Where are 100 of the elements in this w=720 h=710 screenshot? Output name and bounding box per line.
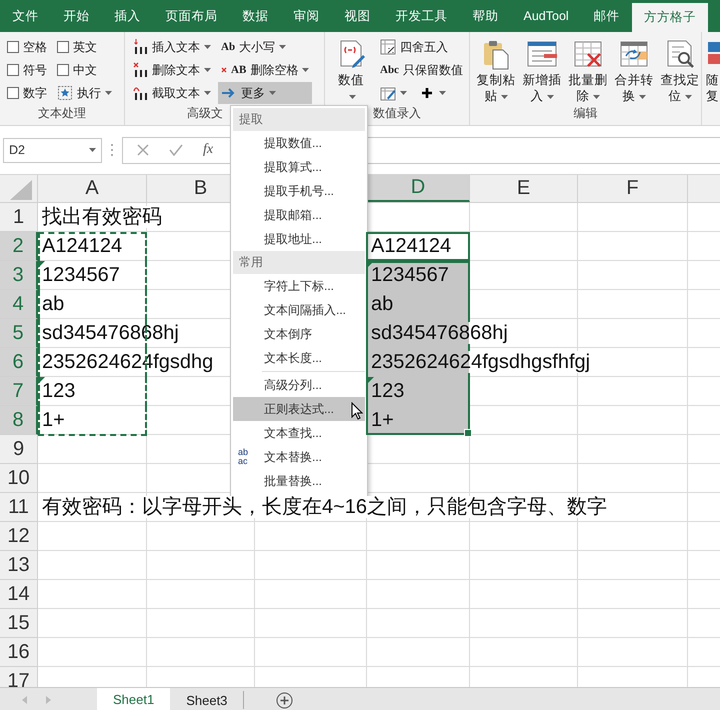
replace-icon: ab ac — [238, 448, 248, 466]
ribbon-button[interactable]: 批量删 除 — [566, 36, 610, 104]
name-box[interactable]: D2 — [3, 138, 102, 162]
row-header[interactable]: 12 — [0, 522, 38, 551]
checkbox[interactable] — [7, 41, 19, 53]
menu-item[interactable]: 提取邮箱... — [233, 203, 365, 227]
menu-item[interactable]: 文本间隔插入... — [233, 298, 365, 322]
toolbar-button[interactable]: AB 删除空格 — [218, 59, 312, 81]
toolbar-button[interactable]: Abc 只保留数值 — [377, 59, 466, 81]
caret-icon — [302, 68, 310, 72]
row-header[interactable]: 7 — [0, 377, 38, 406]
ribbon-tab[interactable]: 帮助 — [460, 0, 511, 32]
checkbox[interactable] — [57, 41, 69, 53]
row-header[interactable]: 1 — [0, 203, 38, 232]
toolbar-button[interactable]: 截取文本 — [129, 82, 214, 104]
ribbon-button[interactable]: 随 复 — [706, 36, 720, 104]
caret-icon — [269, 91, 276, 95]
table-cell[interactable]: A124124 — [371, 235, 452, 257]
ribbon-tab[interactable]: 插入 — [102, 0, 153, 32]
ribbon-tab[interactable]: 开发工具 — [383, 0, 460, 32]
row-header[interactable]: 2 — [0, 232, 38, 261]
tool-icon — [132, 39, 148, 55]
group-label: 数值录入 — [373, 106, 421, 120]
group-label: 编辑 — [574, 106, 598, 120]
enter-icon — [169, 144, 183, 156]
table-cell[interactable]: sd345476868hj — [42, 322, 180, 344]
toolbar-button[interactable]: 执行 — [54, 82, 115, 104]
table-cell[interactable]: 有效密码：以字母开头，长度在4~16之间，只能包含字母、数字 — [42, 496, 608, 518]
menu-item[interactable]: 字符上下标... — [233, 274, 365, 298]
menu-item[interactable]: ab ac 文本替换... — [233, 445, 365, 469]
row-header[interactable]: 3 — [0, 261, 38, 290]
table-cell[interactable]: 2352624624fgsdhgsfhfgj — [371, 351, 592, 373]
table-cell[interactable]: 2352624624fgsdhg — [42, 351, 214, 373]
sheet-tab[interactable]: Sheet3 — [170, 691, 244, 709]
menu-item[interactable]: 高级分列... — [233, 373, 365, 397]
menu-section-header: 常用 — [233, 251, 365, 274]
ribbon-tab[interactable]: 邮件 — [581, 0, 632, 32]
ribbon-tab[interactable]: 页面布局 — [153, 0, 230, 32]
fill-handle[interactable] — [464, 429, 472, 437]
row-header[interactable]: 4 — [0, 290, 38, 319]
checkbox-label: 中文 — [73, 62, 97, 78]
tool-icon — [132, 62, 148, 78]
menu-item[interactable]: 提取地址... — [233, 227, 365, 251]
checkbox-label: 数字 — [23, 84, 47, 102]
row-header[interactable]: 8 — [0, 406, 38, 435]
toolbar-button[interactable]: 四舍五入 — [377, 36, 466, 58]
column-header[interactable]: D — [367, 175, 470, 202]
row-header[interactable]: 15 — [0, 609, 38, 638]
caret-icon — [89, 148, 96, 152]
sheet-tab[interactable]: Sheet1 — [97, 688, 170, 710]
scroll-left-icon — [22, 696, 27, 704]
row-header[interactable]: 9 — [0, 435, 38, 464]
row-header[interactable]: 5 — [0, 319, 38, 348]
ribbon-button[interactable]: 新增插 入 — [520, 36, 564, 104]
row-header[interactable]: 11 — [0, 493, 38, 522]
ribbon-tab[interactable]: 审阅 — [281, 0, 332, 32]
toolbar-button[interactable]: 更多 — [218, 82, 312, 104]
tool-icon — [57, 85, 73, 101]
row-header[interactable]: 13 — [0, 551, 38, 580]
caret-icon — [349, 94, 356, 99]
caret-icon — [684, 94, 692, 99]
letters-icon: Abc — [380, 64, 399, 76]
table-cell[interactable]: sd345476868hj — [371, 322, 509, 344]
ribbon-tab[interactable]: 方方格子 — [632, 3, 708, 32]
row-header[interactable]: 16 — [0, 638, 38, 667]
row-header[interactable]: 17 — [0, 667, 38, 687]
ribbon-tab[interactable]: 视图 — [332, 0, 383, 32]
checkbox-label: 英文 — [73, 38, 97, 56]
cross-icon — [221, 66, 227, 74]
row-header[interactable]: 14 — [0, 580, 38, 609]
grip-icon — [110, 143, 114, 157]
ribbon-button[interactable]: 数值 — [329, 36, 373, 104]
menu-item[interactable]: 文本长度... — [233, 346, 365, 370]
ribbon-button[interactable]: 查找定 位 — [658, 36, 702, 104]
menu-item[interactable]: 文本查找... — [233, 421, 365, 445]
menu-item[interactable]: 批量替换... — [233, 469, 365, 493]
toolbar-button[interactable]: Ab 大小写 — [218, 36, 312, 58]
caret-icon — [204, 45, 211, 49]
checkbox[interactable] — [57, 64, 69, 76]
group-label: 文本处理 — [38, 106, 86, 120]
tool-icon — [380, 85, 396, 101]
ribbon-tab[interactable]: AudTool — [511, 0, 582, 32]
row-header[interactable]: 6 — [0, 348, 38, 377]
ribbon-tab[interactable]: 开始 — [51, 0, 102, 32]
ribbon-tab[interactable]: 文件 — [0, 0, 51, 32]
letters-icon: AB — [231, 64, 246, 76]
checkbox-label: 符号 — [23, 62, 47, 78]
table-cell[interactable]: 找出有效密码 — [42, 206, 163, 228]
ribbon-button[interactable]: 合并转 换 — [612, 36, 656, 104]
ribbon-button[interactable]: 复制粘 贴 — [474, 36, 518, 104]
checkbox[interactable] — [7, 64, 19, 76]
ribbon-tab[interactable]: 数据 — [230, 0, 281, 32]
insert-function-button[interactable]: fx — [203, 142, 214, 158]
menu-item[interactable]: 文本倒序 — [233, 322, 365, 346]
add-sheet-icon[interactable] — [276, 692, 294, 708]
toolbar-button[interactable]: 插入文本 — [129, 36, 214, 58]
row-header[interactable]: 10 — [0, 464, 38, 493]
menu-item[interactable]: 正则表达式... — [233, 397, 365, 421]
checkbox[interactable] — [7, 87, 19, 99]
toolbar-button[interactable]: 删除文本 — [129, 59, 214, 81]
